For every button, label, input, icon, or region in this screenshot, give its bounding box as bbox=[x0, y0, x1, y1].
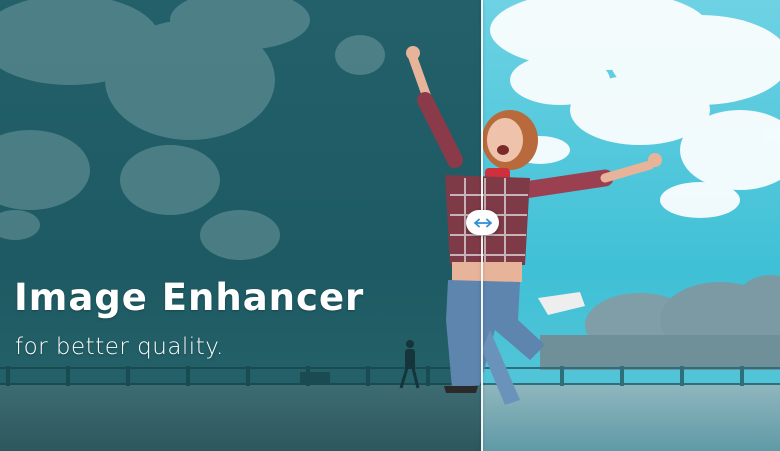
photo-scene bbox=[0, 0, 780, 451]
compare-slider-handle[interactable] bbox=[466, 210, 499, 235]
arrows-left-right-icon bbox=[473, 218, 492, 227]
hero-subtitle: for better quality. bbox=[15, 334, 224, 360]
image-compare-banner: Image Enhancer for better quality. bbox=[0, 0, 780, 451]
hero-title: Image Enhancer bbox=[14, 276, 365, 319]
